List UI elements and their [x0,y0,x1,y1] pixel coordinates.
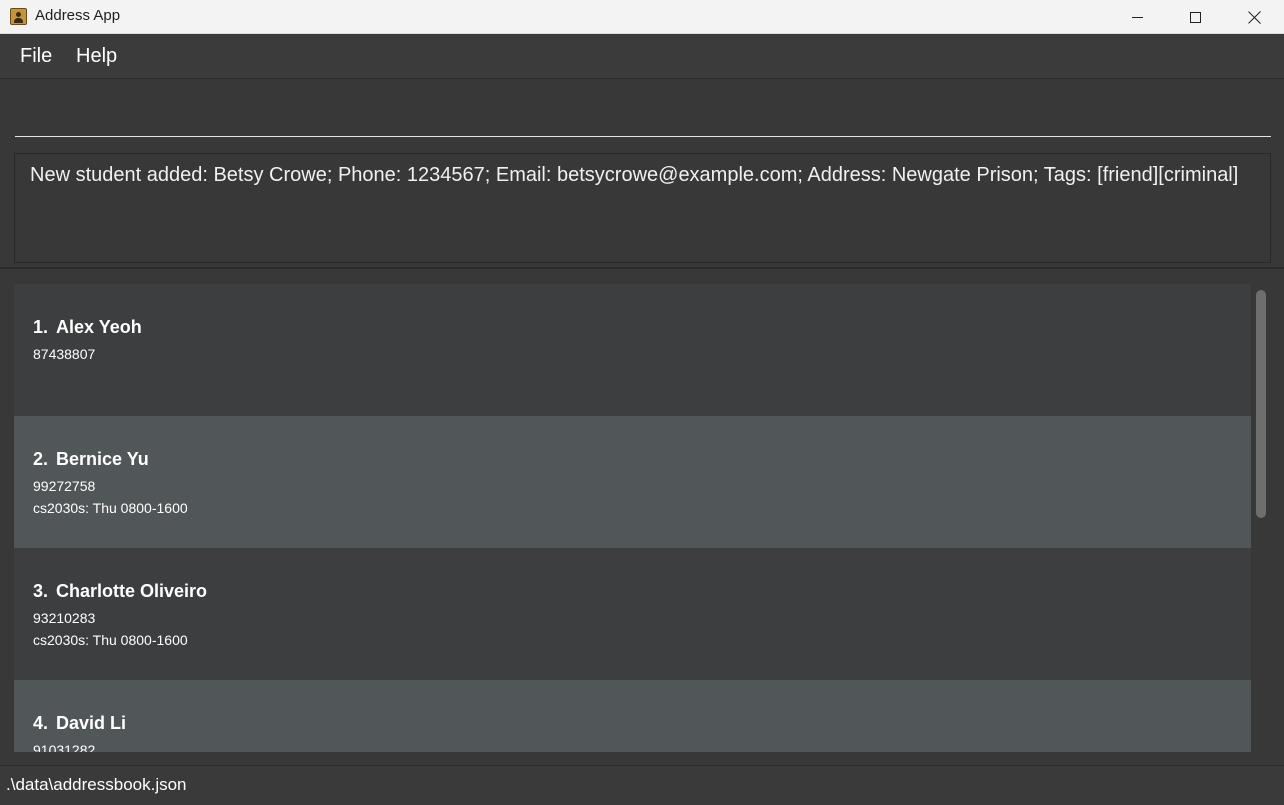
menu-file[interactable]: File [20,45,52,68]
list-scrollbar[interactable] [1251,284,1271,752]
command-input[interactable] [15,90,1271,137]
student-card[interactable]: 1. Alex Yeoh 87438807 [14,284,1251,416]
maximize-button[interactable] [1166,0,1224,34]
result-message: New student added: Betsy Crowe; Phone: 1… [30,164,1239,186]
student-list[interactable]: 1. Alex Yeoh 87438807 2. Bernice Yu 992727… [14,284,1251,752]
student-name: Charlotte Oliveiro [56,581,208,601]
result-display-panel: New student added: Betsy Crowe; Phone: 1… [0,145,1284,269]
student-phone: 87438807 [33,346,96,362]
student-index: 1. [33,317,49,337]
student-phone: 93210283 [33,610,96,626]
scrollbar-thumb[interactable] [1256,290,1266,518]
minimize-button[interactable] [1108,0,1166,34]
student-index: 2. [33,449,49,469]
student-name: Alex Yeoh [56,317,142,337]
close-icon [1248,11,1261,24]
student-card[interactable]: 2. Bernice Yu 99272758 cs2030s: Thu 0800-… [14,416,1251,548]
student-slot: cs2030s: Thu 0800-1600 [33,500,188,516]
close-button[interactable] [1225,0,1283,34]
student-slot: cs2030s: Thu 0800-1600 [33,632,188,648]
minimize-icon [1131,16,1143,18]
save-location: .\data\addressbook.json [6,775,187,794]
student-phone: 99272758 [33,478,96,494]
window-title: Address App [35,7,121,24]
maximize-icon [1189,11,1201,23]
student-name: Bernice Yu [56,449,149,469]
student-index: 4. [33,713,49,733]
student-list-panel: 1. Alex Yeoh 87438807 2. Bernice Yu 992727… [0,271,1284,765]
menu-bar: File Help [0,35,1284,79]
result-display: New student added: Betsy Crowe; Phone: 1… [14,153,1271,263]
address-book-icon [10,8,27,25]
status-bar: .\data\addressbook.json [0,765,1284,805]
student-name: David Li [56,713,127,733]
student-card[interactable]: 4. David Li 91031282 [14,680,1251,752]
title-bar: Address App [0,0,1284,34]
student-card[interactable]: 3. Charlotte Oliveiro 93210283 cs2030s: T… [14,548,1251,680]
menu-help[interactable]: Help [76,45,117,68]
student-index: 3. [33,581,49,601]
command-box [0,80,1284,144]
student-phone: 91031282 [33,742,96,752]
